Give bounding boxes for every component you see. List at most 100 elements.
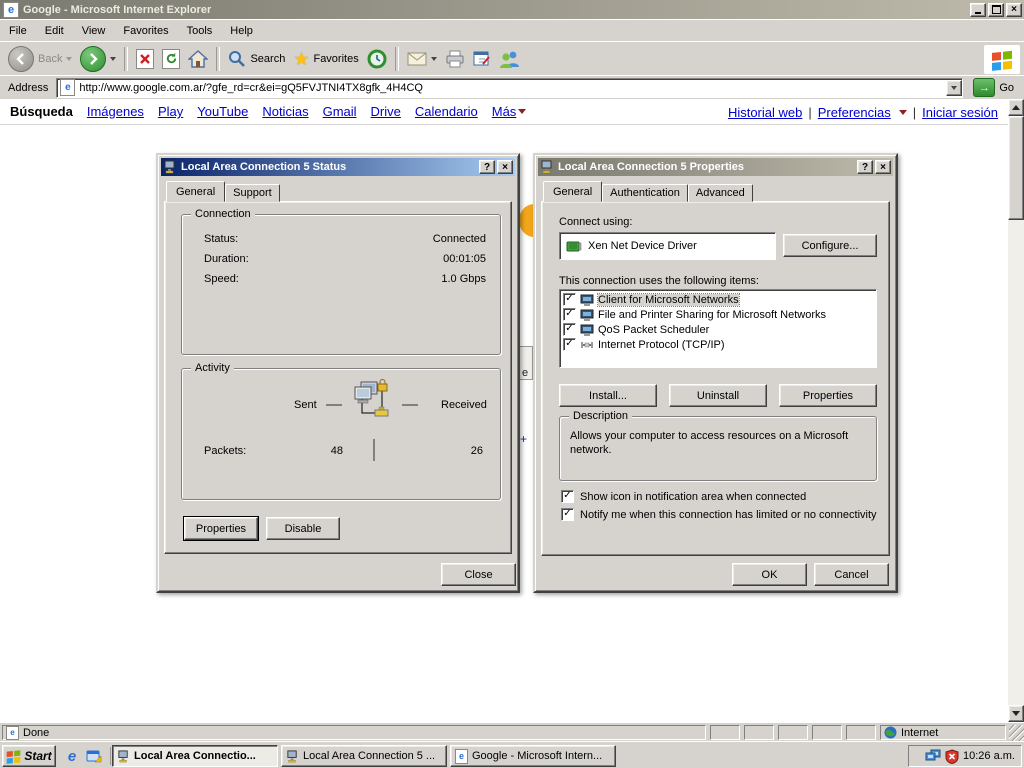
list-item[interactable]: ✓ Internet Protocol (TCP/IP): [560, 337, 876, 352]
nav-play[interactable]: Play: [158, 104, 183, 119]
refresh-button[interactable]: [158, 47, 184, 71]
disable-button[interactable]: Disable: [266, 517, 340, 540]
show-icon-option[interactable]: ✓ Show icon in notification area when co…: [561, 490, 806, 503]
menu-file[interactable]: File: [0, 22, 36, 40]
menu-edit[interactable]: Edit: [36, 22, 73, 40]
quicklaunch-show-desktop-button[interactable]: [84, 746, 104, 766]
scroll-down-button[interactable]: [1008, 705, 1024, 722]
nav-imagenes[interactable]: Imágenes: [87, 104, 144, 119]
uninstall-button[interactable]: Uninstall: [669, 384, 767, 407]
favorites-label: Favorites: [313, 53, 358, 65]
ok-button[interactable]: OK: [732, 563, 807, 586]
connect-using-label: Connect using:: [559, 216, 632, 228]
nav-mas[interactable]: Más: [492, 104, 517, 119]
mail-dropdown-icon[interactable]: [431, 57, 437, 61]
properties-button[interactable]: Properties: [184, 517, 258, 540]
checkbox-checked[interactable]: ✓: [563, 338, 576, 351]
address-dropdown-button[interactable]: [946, 80, 962, 96]
browser-titlebar[interactable]: e Google - Microsoft Internet Explorer ×: [0, 0, 1024, 19]
properties-dialog-titlebar[interactable]: Local Area Connection 5 Properties ? ×: [538, 158, 893, 176]
forward-button[interactable]: [76, 44, 120, 74]
checkbox-checked[interactable]: ✓: [561, 508, 574, 521]
more-dropdown-icon[interactable]: [518, 109, 526, 114]
close-button[interactable]: ×: [1006, 3, 1022, 17]
menu-favorites[interactable]: Favorites: [114, 22, 177, 40]
checkbox-checked[interactable]: ✓: [563, 323, 576, 336]
scroll-up-button[interactable]: [1008, 99, 1024, 116]
nav-historial-web[interactable]: Historial web: [728, 105, 802, 120]
status-panel: [812, 725, 842, 740]
help-button[interactable]: ?: [479, 160, 495, 174]
checkbox-checked[interactable]: ✓: [561, 490, 574, 503]
install-button[interactable]: Install...: [559, 384, 657, 407]
nav-youtube[interactable]: YouTube: [197, 104, 248, 119]
description-group: Description Allows your computer to acce…: [559, 416, 877, 481]
list-item[interactable]: ✓ File and Printer Sharing for Microsoft…: [560, 307, 876, 322]
nav-drive[interactable]: Drive: [371, 104, 401, 119]
list-item[interactable]: ✓ Client for Microsoft Networks: [560, 292, 876, 307]
search-button[interactable]: Search: [224, 48, 289, 70]
nav-calendario[interactable]: Calendario: [415, 104, 478, 119]
nav-noticias[interactable]: Noticias: [262, 104, 308, 119]
stop-button[interactable]: [132, 47, 158, 71]
cancel-button[interactable]: Cancel: [814, 563, 889, 586]
tray-network-icon[interactable]: [925, 749, 941, 763]
items-listbox[interactable]: ✓ Client for Microsoft Networks ✓ File a…: [559, 289, 877, 368]
tab-authentication[interactable]: Authentication: [602, 184, 688, 202]
nav-gmail[interactable]: Gmail: [323, 104, 357, 119]
configure-button[interactable]: Configure...: [783, 234, 877, 257]
protocol-properties-button[interactable]: Properties: [779, 384, 877, 407]
nav-preferencias[interactable]: Preferencias: [818, 105, 891, 120]
scroll-thumb[interactable]: [1008, 116, 1024, 220]
task-ie-google[interactable]: e Google - Microsoft Intern...: [450, 745, 616, 767]
quicklaunch-ie-button[interactable]: e: [62, 746, 82, 766]
checkbox-checked[interactable]: ✓: [563, 308, 576, 321]
task-properties-dialog[interactable]: Local Area Connection 5 ...: [281, 745, 447, 767]
tab-general[interactable]: General: [543, 181, 602, 202]
mail-button[interactable]: [403, 50, 441, 68]
properties-tab-page: Connect using: Xen Net Device Driver Con…: [541, 201, 890, 556]
minimize-button[interactable]: [970, 3, 986, 17]
checkbox-checked[interactable]: ✓: [563, 293, 576, 306]
messenger-button[interactable]: [495, 48, 525, 70]
menu-tools[interactable]: Tools: [178, 22, 222, 40]
windows-flag-icon: [991, 49, 1013, 71]
go-button[interactable]: → Go: [967, 78, 1020, 97]
tray-clock[interactable]: 10:26 a.m.: [963, 750, 1015, 762]
page-scrollbar[interactable]: [1008, 99, 1024, 722]
status-dialog-titlebar[interactable]: Local Area Connection 5 Status ? ×: [161, 158, 515, 176]
ie-page-icon: e: [455, 749, 468, 764]
forward-dropdown-icon[interactable]: [110, 57, 116, 61]
close-button[interactable]: ×: [497, 160, 513, 174]
back-dropdown-icon[interactable]: [66, 57, 72, 61]
task-status-dialog[interactable]: Local Area Connectio...: [112, 745, 278, 767]
tray-security-shield-icon[interactable]: [945, 749, 959, 764]
tab-general[interactable]: General: [166, 181, 225, 202]
go-arrow-icon: →: [973, 78, 995, 97]
help-button[interactable]: ?: [857, 160, 873, 174]
close-button[interactable]: ×: [875, 160, 891, 174]
address-input[interactable]: e http://www.google.com.ar/?gfe_rd=cr&ei…: [56, 78, 963, 98]
close-dialog-button[interactable]: Close: [441, 563, 516, 586]
status-tab-page: Connection Status: Connected Duration: 0…: [164, 201, 512, 554]
start-button[interactable]: Start: [2, 745, 56, 767]
back-button[interactable]: Back: [4, 44, 76, 74]
list-item[interactable]: ✓ QoS Packet Scheduler: [560, 322, 876, 337]
notify-option[interactable]: ✓ Notify me when this connection has lim…: [561, 508, 877, 521]
preferences-dropdown-icon[interactable]: [899, 110, 907, 115]
history-button[interactable]: [363, 47, 391, 71]
tab-support[interactable]: Support: [225, 184, 280, 202]
print-button[interactable]: [441, 48, 469, 70]
minimize-icon: [975, 12, 981, 14]
network-connection-icon: [286, 750, 299, 763]
tab-advanced[interactable]: Advanced: [688, 184, 753, 202]
menu-view[interactable]: View: [73, 22, 115, 40]
home-button[interactable]: [184, 48, 212, 70]
menu-help[interactable]: Help: [221, 22, 262, 40]
nav-iniciar-sesion[interactable]: Iniciar sesión: [922, 105, 998, 120]
restore-button[interactable]: [988, 3, 1004, 17]
properties-dialog: Local Area Connection 5 Properties ? × G…: [533, 153, 898, 593]
edit-button[interactable]: [469, 49, 495, 69]
resize-grip[interactable]: [1009, 725, 1024, 741]
favorites-button[interactable]: ★ Favorites: [289, 48, 362, 70]
